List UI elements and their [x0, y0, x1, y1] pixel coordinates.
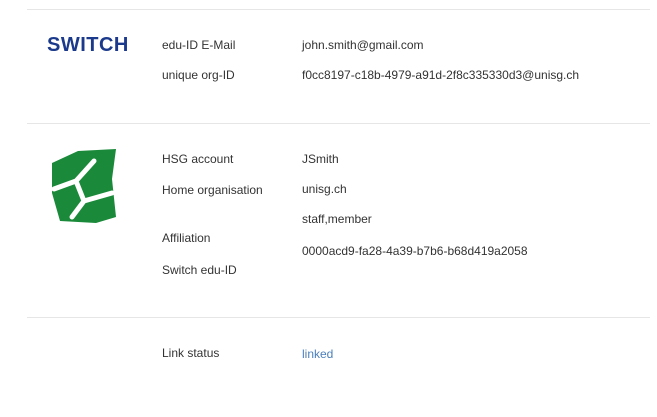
hsg-account-value: JSmith — [302, 152, 339, 166]
home-organisation-label: Home organisation — [162, 183, 263, 197]
link-status-label: Link status — [162, 346, 220, 360]
section-divider-2 — [27, 317, 650, 318]
link-status-value[interactable]: linked — [302, 347, 333, 362]
switch-logo: SWITCH — [47, 34, 129, 56]
unique-org-id-value: f0cc8197-c18b-4979-a91d-2f8c335330d3@uni… — [302, 68, 580, 82]
hsg-logo-icon — [51, 149, 116, 223]
edu-id-email-label: edu-ID E-Mail — [162, 38, 236, 52]
switch-edu-id-value: 0000acd9-fa28-4a39-b7b6-b68d419a2058 — [302, 244, 528, 258]
edu-id-email-value: john.smith@gmail.com — [302, 38, 424, 52]
affiliation-value: staff,member — [302, 212, 372, 226]
affiliation-label: Affiliation — [162, 231, 211, 245]
top-divider — [27, 9, 650, 10]
unique-org-id-label: unique org-ID — [162, 68, 235, 82]
section-divider-1 — [27, 123, 650, 124]
hsg-account-label: HSG account — [162, 152, 234, 166]
switch-edu-id-label: Switch edu-ID — [162, 263, 237, 277]
home-organisation-value: unisg.ch — [302, 182, 347, 196]
